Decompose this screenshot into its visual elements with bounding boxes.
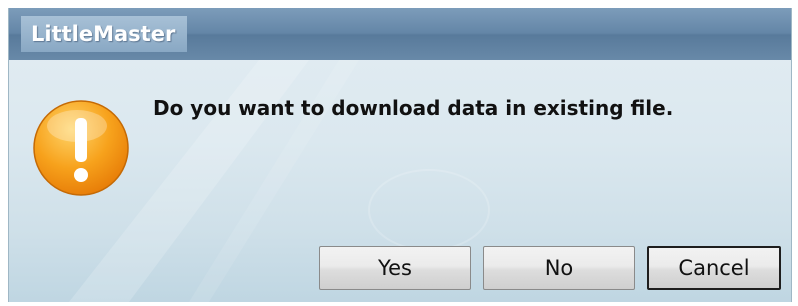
title-bar[interactable]: LittleMaster	[9, 8, 791, 60]
warning-exclamation-icon	[33, 100, 129, 196]
yes-button[interactable]: Yes	[319, 246, 471, 290]
dialog-message: Do you want to download data in existing…	[153, 96, 674, 120]
message-dialog: LittleMaster Do you want to download dat…	[8, 8, 792, 302]
no-button[interactable]: No	[483, 246, 635, 290]
window-title: LittleMaster	[21, 16, 188, 52]
cancel-button[interactable]: Cancel	[647, 246, 781, 290]
